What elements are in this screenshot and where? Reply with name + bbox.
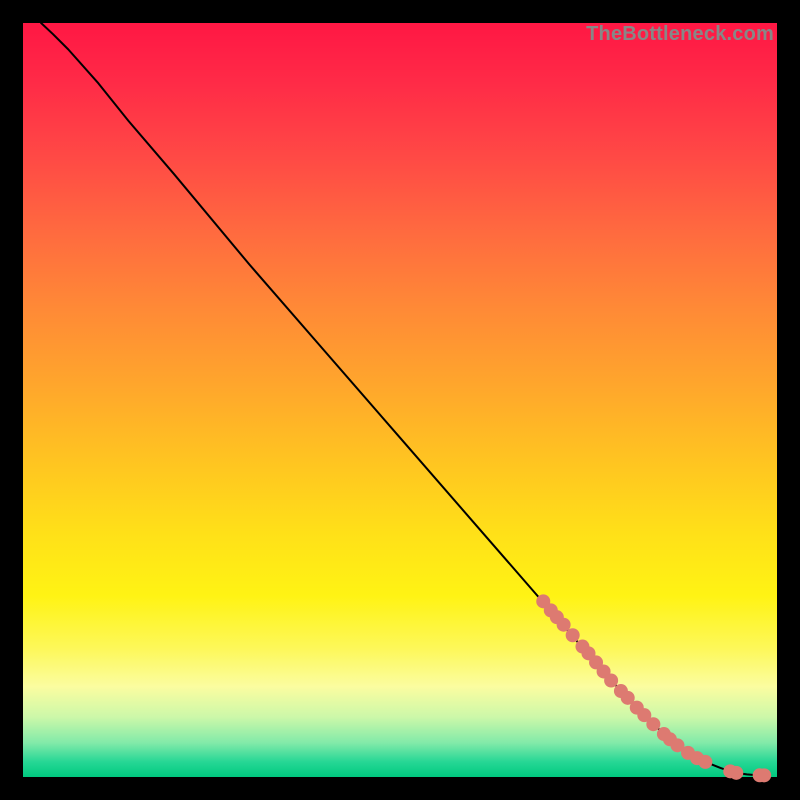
highlight-dot xyxy=(557,618,571,632)
highlight-dot xyxy=(604,673,618,687)
highlight-dot xyxy=(698,755,712,769)
highlight-dot xyxy=(566,628,580,642)
chart-stage: TheBottleneck.com xyxy=(0,0,800,800)
highlight-dot xyxy=(757,768,771,782)
highlight-dot xyxy=(646,717,660,731)
highlight-dot xyxy=(729,766,743,780)
chart-overlay xyxy=(23,23,777,777)
plot-area: TheBottleneck.com xyxy=(23,23,777,777)
curve-line xyxy=(41,23,764,775)
